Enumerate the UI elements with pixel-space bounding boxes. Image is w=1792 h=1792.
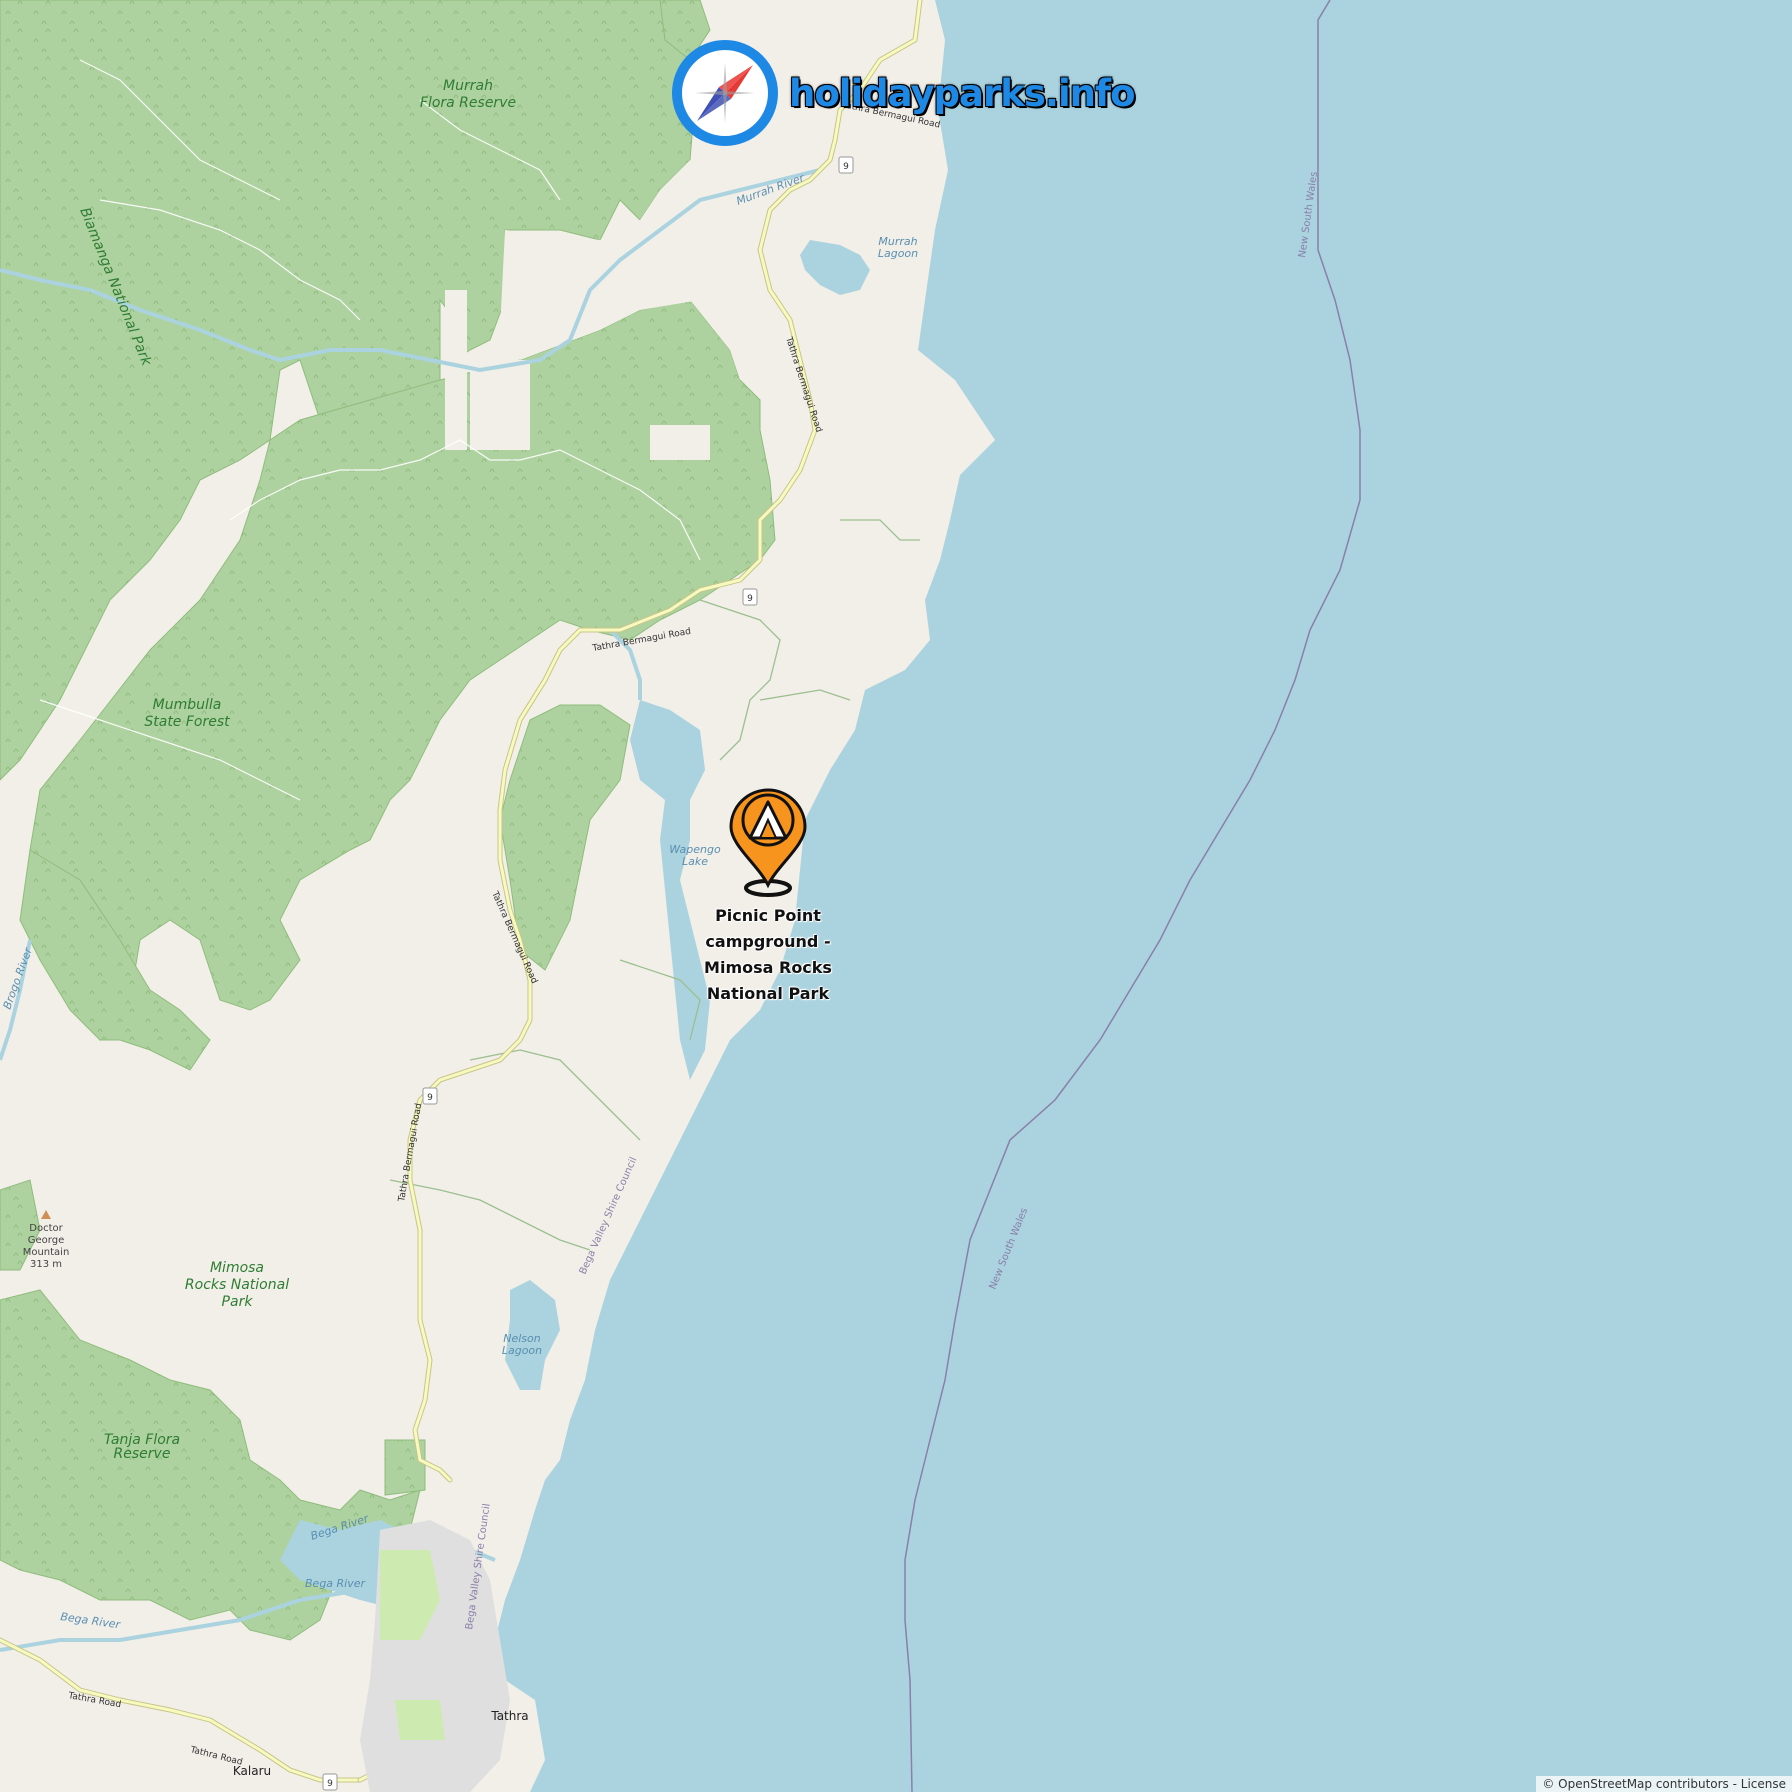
svg-text:MurrahLagoon: Murrah Lagoon: [878, 235, 918, 260]
label-mumbulla-line1: Mumbulla: [153, 697, 222, 713]
label-mimosa-line3: Park: [222, 1294, 254, 1310]
label-tanja-line2: Reserve: [114, 1446, 171, 1462]
map-canvas[interactable]: Murrah Flora Reserve Biamanga National Pa…: [0, 0, 1792, 1792]
brand-name: holidayparks.info: [789, 71, 1135, 115]
poi-label[interactable]: Picnic Point campground - Mimosa Rocks N…: [700, 903, 836, 1007]
label-tathra: Tathra: [490, 1709, 528, 1723]
label-peak-line3: Mountain: [23, 1247, 70, 1258]
route-shield-3: 9: [427, 1093, 433, 1103]
label-peak-line4: 313 m: [30, 1259, 62, 1270]
label-wapengo-line2: Lake: [682, 855, 708, 868]
brand-logo[interactable]: holidayparks.info: [671, 40, 1135, 146]
label-mimosa-line1: Mimosa: [210, 1260, 264, 1276]
svg-text:Tanja FloraReserve: Tanja Flora Reserve: [104, 1432, 180, 1462]
label-kalaru: Kalaru: [233, 1764, 271, 1778]
compass-icon: [672, 40, 778, 146]
label-murrah-flora-line1: Murrah: [443, 78, 493, 94]
label-murrah-flora-line2: Flora Reserve: [420, 95, 516, 111]
label-mimosa-line2: Rocks National: [185, 1277, 289, 1293]
route-shield-2: 9: [747, 594, 753, 604]
label-peak-line2: George: [28, 1235, 64, 1246]
route-shield-4: 9: [327, 1779, 333, 1789]
route-shield-1: 9: [843, 162, 849, 172]
label-bega-river-1: Bega River: [305, 1577, 367, 1590]
svg-text:NelsonLagoon: Nelson Lagoon: [502, 1332, 542, 1357]
attribution[interactable]: © OpenStreetMap contributors - License: [1536, 1776, 1792, 1792]
label-murrah-lagoon-line2: Lagoon: [878, 247, 918, 260]
label-nelson-line2: Lagoon: [502, 1344, 542, 1357]
label-peak-line1: Doctor: [29, 1223, 63, 1234]
svg-text:MumbullaState Forest: Mumbulla State Forest: [144, 697, 230, 730]
label-mumbulla-line2: State Forest: [144, 714, 230, 730]
